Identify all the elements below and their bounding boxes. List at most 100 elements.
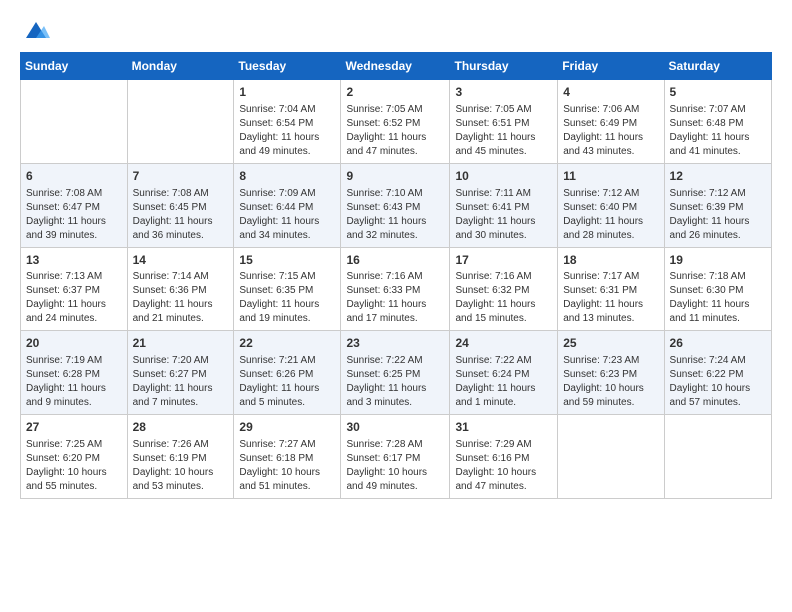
calendar-cell-w3-d6: 26Sunrise: 7:24 AMSunset: 6:22 PMDayligh… bbox=[664, 331, 771, 415]
day-number: 4 bbox=[563, 84, 658, 101]
day-number: 15 bbox=[239, 252, 335, 269]
cell-info-line: Daylight: 11 hours and 13 minutes. bbox=[563, 298, 658, 326]
calendar-cell-w2-d6: 19Sunrise: 7:18 AMSunset: 6:30 PMDayligh… bbox=[664, 247, 771, 331]
cell-info-line: Sunrise: 7:05 AM bbox=[346, 103, 444, 117]
cell-info-line: Daylight: 11 hours and 39 minutes. bbox=[26, 215, 122, 243]
cell-info-line: Sunrise: 7:22 AM bbox=[455, 354, 552, 368]
calendar-cell-w3-d3: 23Sunrise: 7:22 AMSunset: 6:25 PMDayligh… bbox=[341, 331, 450, 415]
calendar-cell-w0-d6: 5Sunrise: 7:07 AMSunset: 6:48 PMDaylight… bbox=[664, 80, 771, 164]
cell-info-line: Daylight: 10 hours and 51 minutes. bbox=[239, 466, 335, 494]
day-number: 17 bbox=[455, 252, 552, 269]
day-number: 12 bbox=[670, 168, 766, 185]
cell-info-line: Sunrise: 7:22 AM bbox=[346, 354, 444, 368]
calendar-cell-w4-d0: 27 Sunrise: 7:25 AMSunset: 6:20 PMDayligh… bbox=[21, 415, 128, 499]
cell-info-line: Daylight: 11 hours and 19 minutes. bbox=[239, 298, 335, 326]
cell-info-line: Sunrise: 7:23 AM bbox=[563, 354, 658, 368]
cell-info-line: Sunset: 6:24 PM bbox=[455, 368, 552, 382]
calendar-cell-w4-d5 bbox=[558, 415, 664, 499]
cell-info-line: Sunset: 6:18 PM bbox=[239, 452, 335, 466]
cell-info-line: Sunrise: 7:26 AM bbox=[133, 438, 229, 452]
day-number: 8 bbox=[239, 168, 335, 185]
cell-info-line: Sunrise: 7:25 AM bbox=[26, 438, 122, 452]
day-number: 30 bbox=[346, 419, 444, 436]
cell-info-line: Sunrise: 7:28 AM bbox=[346, 438, 444, 452]
cell-info-line: Daylight: 10 hours and 59 minutes. bbox=[563, 382, 658, 410]
cell-info-line: Sunrise: 7:07 AM bbox=[670, 103, 766, 117]
cell-info-line: Daylight: 11 hours and 11 minutes. bbox=[670, 298, 766, 326]
cell-info-line: Sunrise: 7:12 AM bbox=[563, 187, 658, 201]
header-friday: Friday bbox=[558, 53, 664, 80]
cell-info-line: Daylight: 11 hours and 21 minutes. bbox=[133, 298, 229, 326]
day-number: 27 bbox=[26, 419, 122, 436]
cell-info-line: Sunrise: 7:17 AM bbox=[563, 270, 658, 284]
day-number: 28 bbox=[133, 419, 229, 436]
calendar-cell-w0-d0 bbox=[21, 80, 128, 164]
cell-info-line: Daylight: 11 hours and 3 minutes. bbox=[346, 382, 444, 410]
calendar-cell-w2-d3: 16Sunrise: 7:16 AMSunset: 6:33 PMDayligh… bbox=[341, 247, 450, 331]
cell-info-line: Daylight: 11 hours and 7 minutes. bbox=[133, 382, 229, 410]
cell-info-line: Sunrise: 7:08 AM bbox=[133, 187, 229, 201]
cell-info-line: Daylight: 11 hours and 9 minutes. bbox=[26, 382, 122, 410]
calendar-cell-w4-d3: 30Sunrise: 7:28 AMSunset: 6:17 PMDayligh… bbox=[341, 415, 450, 499]
cell-info-line: Sunset: 6:52 PM bbox=[346, 117, 444, 131]
calendar-cell-w4-d6 bbox=[664, 415, 771, 499]
cell-info-line: Daylight: 10 hours and 55 minutes. bbox=[26, 466, 122, 494]
cell-info-line: Daylight: 11 hours and 15 minutes. bbox=[455, 298, 552, 326]
cell-info-line: Sunrise: 7:27 AM bbox=[239, 438, 335, 452]
cell-info-line: Sunset: 6:40 PM bbox=[563, 201, 658, 215]
cell-info-line: Daylight: 11 hours and 45 minutes. bbox=[455, 131, 552, 159]
cell-info-line: Sunset: 6:35 PM bbox=[239, 284, 335, 298]
cell-info-line: Sunrise: 7:09 AM bbox=[239, 187, 335, 201]
calendar-cell-w2-d5: 18Sunrise: 7:17 AMSunset: 6:31 PMDayligh… bbox=[558, 247, 664, 331]
header bbox=[20, 16, 772, 44]
cell-info-line: Sunset: 6:54 PM bbox=[239, 117, 335, 131]
cell-info-line: Daylight: 11 hours and 41 minutes. bbox=[670, 131, 766, 159]
day-number: 9 bbox=[346, 168, 444, 185]
calendar-header-row: Sunday Monday Tuesday Wednesday Thursday… bbox=[21, 53, 772, 80]
calendar-cell-w3-d1: 21Sunrise: 7:20 AMSunset: 6:27 PMDayligh… bbox=[127, 331, 234, 415]
calendar-cell-w4-d1: 28Sunrise: 7:26 AMSunset: 6:19 PMDayligh… bbox=[127, 415, 234, 499]
day-number: 10 bbox=[455, 168, 552, 185]
calendar-cell-w3-d0: 20Sunrise: 7:19 AMSunset: 6:28 PMDayligh… bbox=[21, 331, 128, 415]
cell-info-line: Sunset: 6:47 PM bbox=[26, 201, 122, 215]
cell-info-line: Daylight: 10 hours and 47 minutes. bbox=[455, 466, 552, 494]
day-number: 6 bbox=[26, 168, 122, 185]
day-number: 20 bbox=[26, 335, 122, 352]
cell-info-line: Daylight: 11 hours and 17 minutes. bbox=[346, 298, 444, 326]
calendar-cell-w1-d4: 10Sunrise: 7:11 AMSunset: 6:41 PMDayligh… bbox=[450, 163, 558, 247]
calendar-cell-w1-d5: 11Sunrise: 7:12 AMSunset: 6:40 PMDayligh… bbox=[558, 163, 664, 247]
cell-info-line: Sunset: 6:22 PM bbox=[670, 368, 766, 382]
cell-info-line: Sunset: 6:41 PM bbox=[455, 201, 552, 215]
calendar-cell-w2-d2: 15Sunrise: 7:15 AMSunset: 6:35 PMDayligh… bbox=[234, 247, 341, 331]
cell-info-line: Sunset: 6:25 PM bbox=[346, 368, 444, 382]
cell-info-line: Sunrise: 7:12 AM bbox=[670, 187, 766, 201]
cell-info-line: Sunrise: 7:16 AM bbox=[346, 270, 444, 284]
header-monday: Monday bbox=[127, 53, 234, 80]
day-number: 22 bbox=[239, 335, 335, 352]
day-number: 18 bbox=[563, 252, 658, 269]
cell-info-line: Daylight: 11 hours and 5 minutes. bbox=[239, 382, 335, 410]
calendar-cell-w4-d4: 31Sunrise: 7:29 AMSunset: 6:16 PMDayligh… bbox=[450, 415, 558, 499]
cell-info-line: Daylight: 10 hours and 49 minutes. bbox=[346, 466, 444, 494]
cell-info-line: Sunset: 6:20 PM bbox=[26, 452, 122, 466]
cell-info-line: Sunset: 6:27 PM bbox=[133, 368, 229, 382]
day-number: 5 bbox=[670, 84, 766, 101]
cell-info-line: Sunrise: 7:16 AM bbox=[455, 270, 552, 284]
day-number: 31 bbox=[455, 419, 552, 436]
cell-info-line: Sunrise: 7:04 AM bbox=[239, 103, 335, 117]
calendar-cell-w0-d3: 2Sunrise: 7:05 AMSunset: 6:52 PMDaylight… bbox=[341, 80, 450, 164]
page: Sunday Monday Tuesday Wednesday Thursday… bbox=[0, 0, 792, 511]
cell-info-line: Daylight: 11 hours and 24 minutes. bbox=[26, 298, 122, 326]
cell-info-line: Sunset: 6:28 PM bbox=[26, 368, 122, 382]
cell-info-line: Daylight: 11 hours and 1 minute. bbox=[455, 382, 552, 410]
calendar-cell-w0-d1 bbox=[127, 80, 234, 164]
cell-info-line: Daylight: 11 hours and 26 minutes. bbox=[670, 215, 766, 243]
cell-info-line: Sunrise: 7:06 AM bbox=[563, 103, 658, 117]
header-sunday: Sunday bbox=[21, 53, 128, 80]
cell-info-line: Sunset: 6:39 PM bbox=[670, 201, 766, 215]
cell-info-line: Sunrise: 7:21 AM bbox=[239, 354, 335, 368]
logo-icon bbox=[22, 16, 50, 44]
day-number: 1 bbox=[239, 84, 335, 101]
calendar-cell-w4-d2: 29Sunrise: 7:27 AMSunset: 6:18 PMDayligh… bbox=[234, 415, 341, 499]
day-number: 19 bbox=[670, 252, 766, 269]
